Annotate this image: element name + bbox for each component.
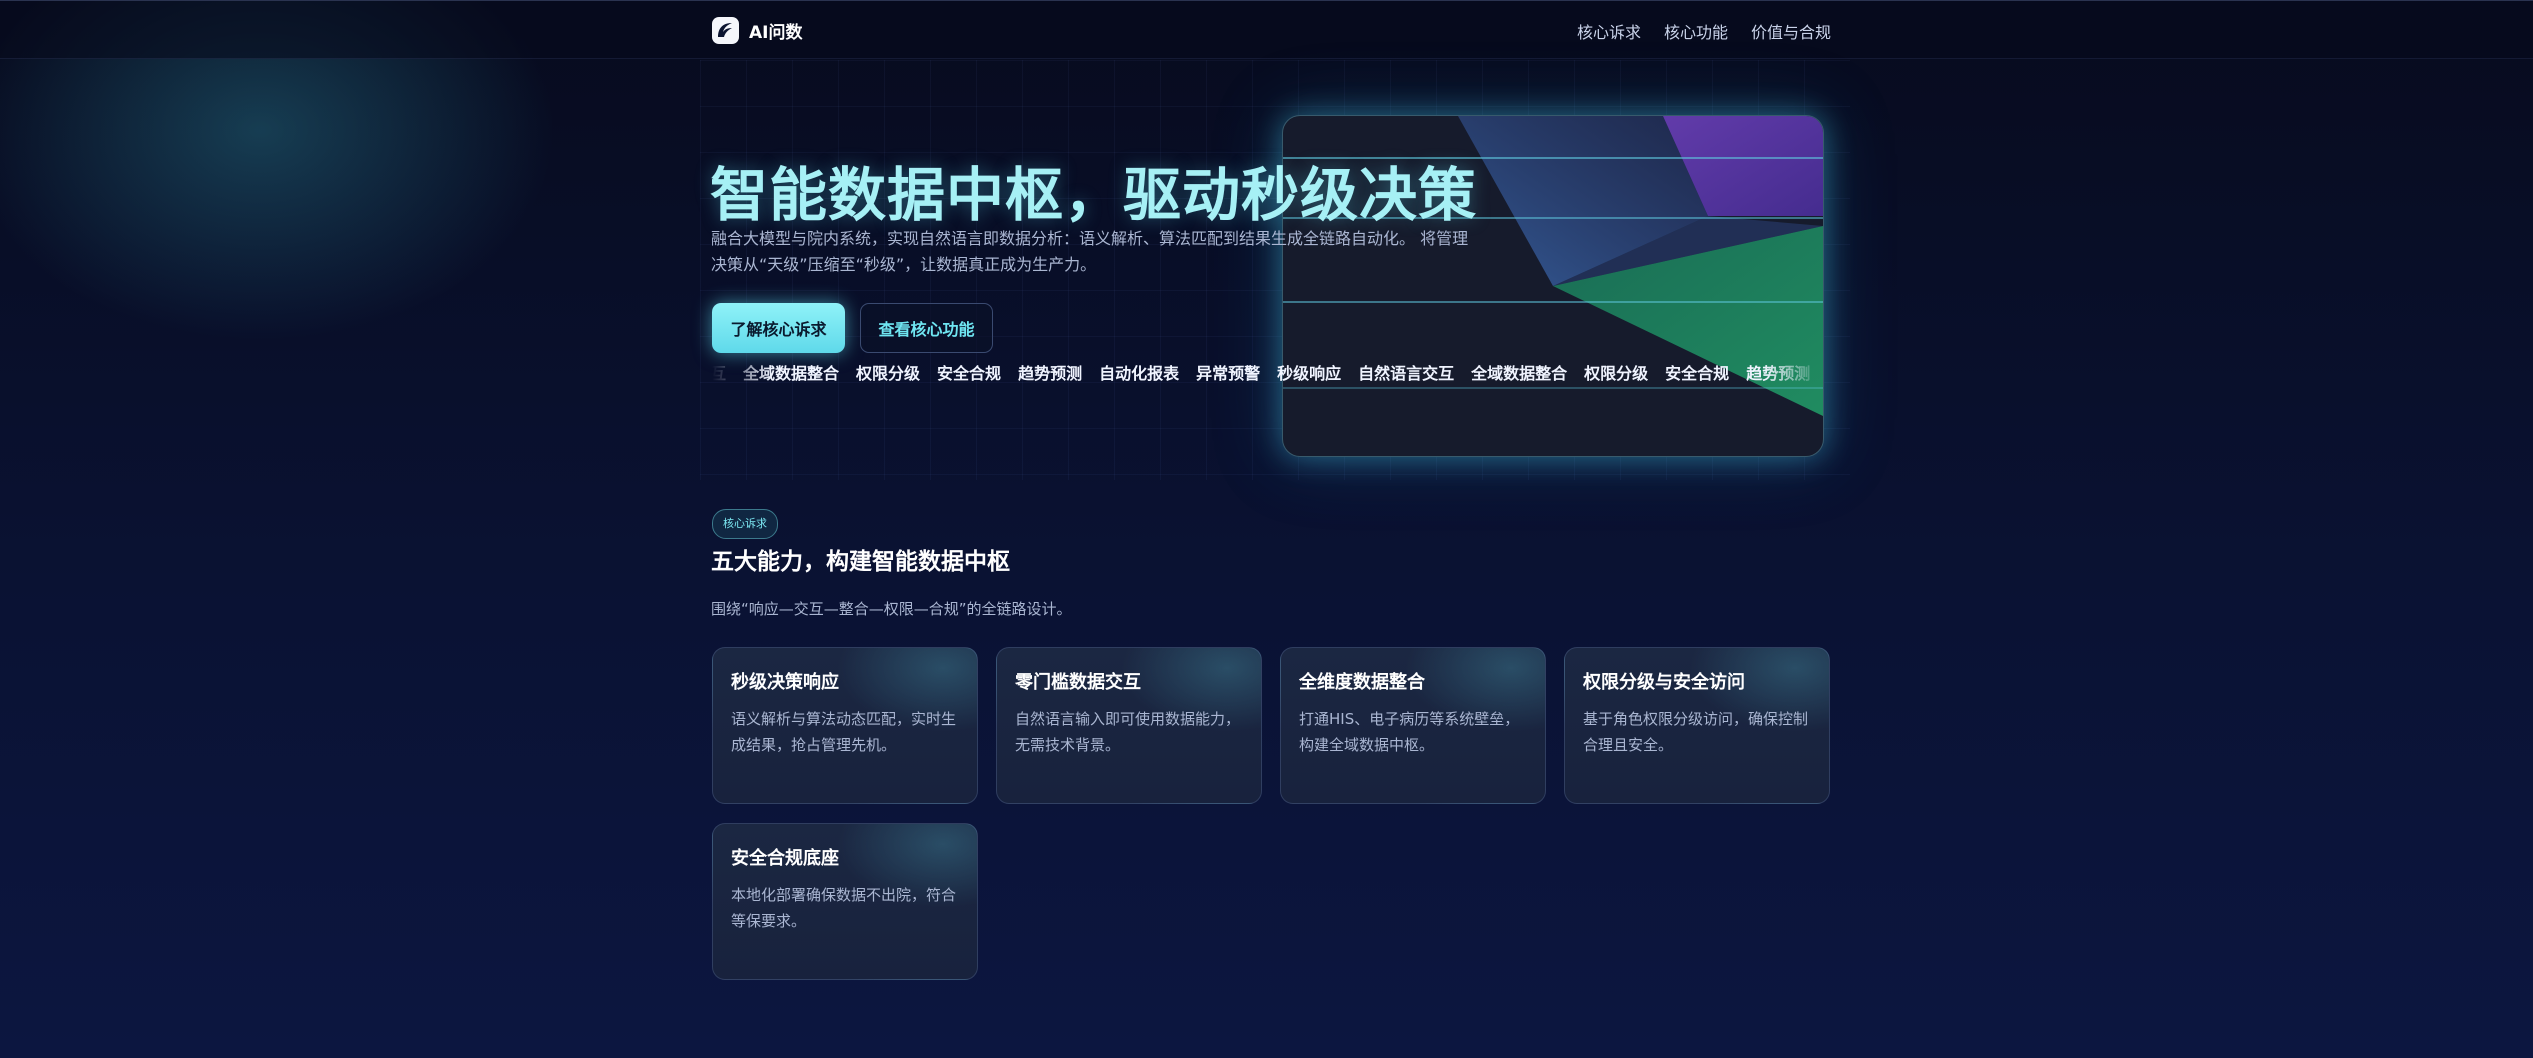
section-badge: 核心诉求 bbox=[712, 509, 778, 539]
ticker-item: 秒级响应 bbox=[1277, 364, 1342, 383]
brand-name: AI问数 bbox=[749, 23, 803, 43]
card-text: 本地化部署确保数据不出院，符合等保要求。 bbox=[731, 886, 957, 930]
section-description: 围绕“响应—交互—整合—权限—合规”的全链路设计。 bbox=[711, 600, 1072, 618]
ticker-item: 安全合规 bbox=[937, 364, 1002, 383]
nav-link-core-features[interactable]: 核心功能 bbox=[1664, 19, 1728, 43]
view-core-features-button[interactable]: 查看核心功能 bbox=[860, 303, 993, 353]
ticker-item: 自动化报表 bbox=[1099, 364, 1180, 383]
card-title: 安全合规底座 bbox=[731, 848, 839, 869]
hero-title: 智能数据中枢，驱动秒级决策 bbox=[710, 161, 1478, 229]
learn-core-needs-button[interactable]: 了解核心诉求 bbox=[712, 303, 845, 353]
ticker-item: 自然语言交互 bbox=[1358, 364, 1455, 383]
top-nav: AI问数 核心诉求 核心功能 价值与合规 bbox=[0, 0, 2533, 59]
card-text: 打通HIS、电子病历等系统壁垒，构建全域数据中枢。 bbox=[1299, 710, 1520, 754]
card-title: 全维度数据整合 bbox=[1299, 672, 1425, 693]
brand-logo-icon bbox=[712, 17, 739, 44]
ticker-item: 趋势预测 bbox=[1018, 364, 1083, 383]
card-title: 零门槛数据交互 bbox=[1015, 672, 1141, 693]
card-text: 基于角色权限分级访问，确保控制合理且安全。 bbox=[1583, 710, 1809, 754]
capability-card-full-data-integration: 全维度数据整合 打通HIS、电子病历等系统壁垒，构建全域数据中枢。 bbox=[1280, 647, 1546, 804]
brand[interactable]: AI问数 bbox=[712, 17, 802, 44]
capability-card-second-level-response: 秒级决策响应 语义解析与算法动态匹配，实时生成结果，抢占管理先机。 bbox=[712, 647, 978, 804]
card-title: 权限分级与安全访问 bbox=[1583, 672, 1745, 693]
card-text: 语义解析与算法动态匹配，实时生成结果，抢占管理先机。 bbox=[731, 710, 957, 754]
card-text: 自然语言输入即可使用数据能力，无需技术背景。 bbox=[1015, 710, 1241, 754]
ticker-item: 权限分级 bbox=[856, 364, 921, 383]
hero-description: 融合大模型与院内系统，实现自然语言即数据分析：语义解析、算法匹配到结果生成全链路… bbox=[711, 229, 1469, 274]
ticker-item: 权限分级 bbox=[1584, 364, 1649, 383]
ticker-item: 全域数据整合 bbox=[1471, 364, 1568, 383]
capability-card-compliance-base: 安全合规底座 本地化部署确保数据不出院，符合等保要求。 bbox=[712, 823, 978, 980]
section-title: 五大能力，构建智能数据中枢 bbox=[711, 549, 1010, 575]
nav-link-core-needs[interactable]: 核心诉求 bbox=[1577, 19, 1641, 43]
capability-card-zero-barrier-interaction: 零门槛数据交互 自然语言输入即可使用数据能力，无需技术背景。 bbox=[996, 647, 1262, 804]
feature-ticker: 交互 全域数据整合 权限分级 安全合规 趋势预测 自动化报表 异常预警 秒级响应… bbox=[712, 363, 1824, 387]
ticker-item: 交互 bbox=[712, 364, 727, 383]
capability-card-permission-security: 权限分级与安全访问 基于角色权限分级访问，确保控制合理且安全。 bbox=[1564, 647, 1830, 804]
ticker-item: 全域数据整合 bbox=[743, 364, 840, 383]
nav-links: 核心诉求 核心功能 价值与合规 bbox=[1577, 19, 1831, 43]
ticker-item: 异常预警 bbox=[1196, 364, 1261, 383]
nav-link-value-compliance[interactable]: 价值与合规 bbox=[1751, 19, 1831, 43]
feature-ticker-track: 交互 全域数据整合 权限分级 安全合规 趋势预测 自动化报表 异常预警 秒级响应… bbox=[712, 363, 1824, 385]
card-title: 秒级决策响应 bbox=[731, 672, 839, 693]
ticker-item: 趋势预测 bbox=[1746, 364, 1811, 383]
ticker-item: 安全合规 bbox=[1665, 364, 1730, 383]
